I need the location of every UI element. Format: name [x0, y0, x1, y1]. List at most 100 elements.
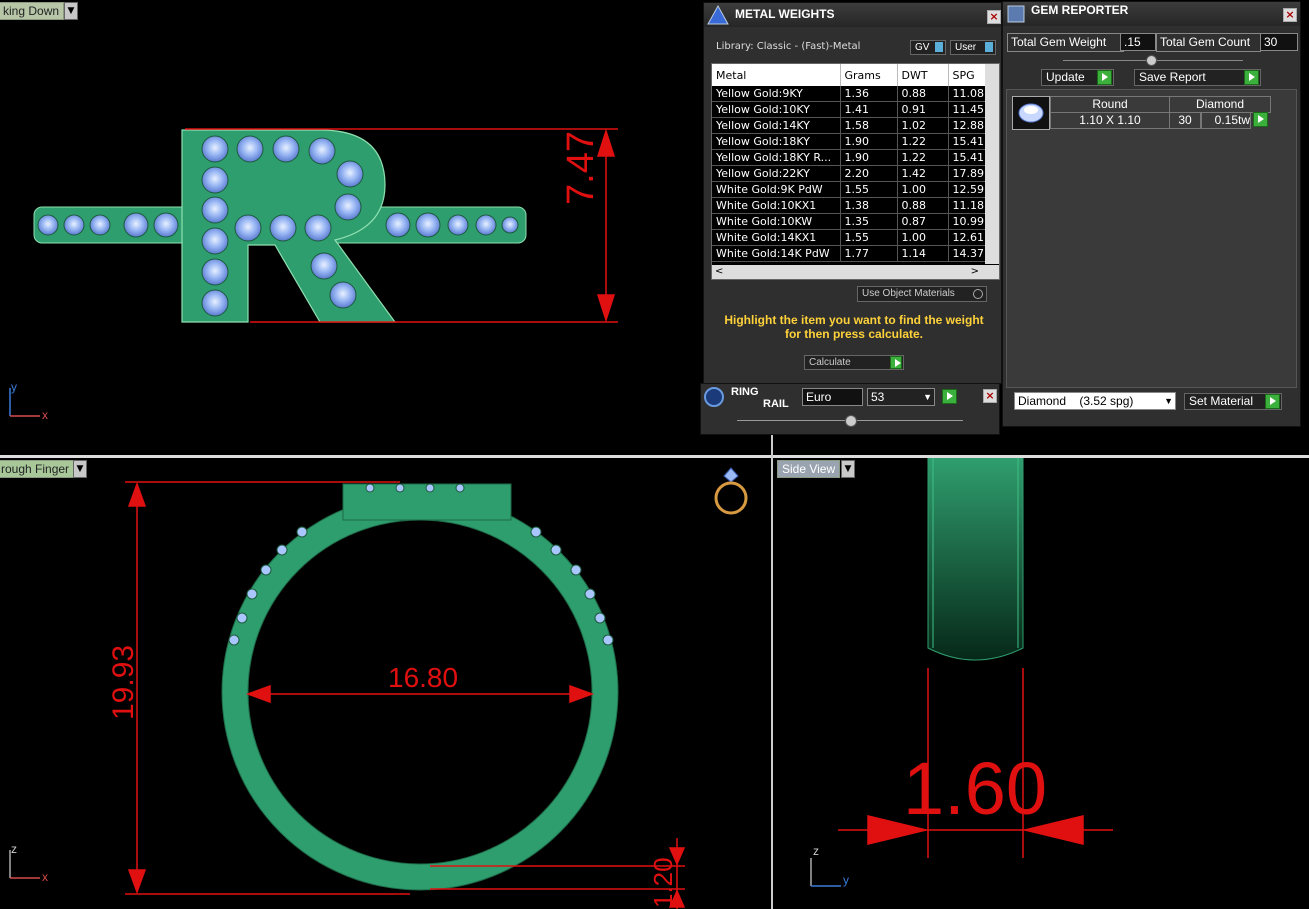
- gem-detail-button[interactable]: [1253, 112, 1268, 127]
- view-dropdown-button[interactable]: ▼: [73, 460, 87, 478]
- axis-z-label: z: [813, 844, 819, 858]
- size-slider-thumb[interactable]: [845, 415, 857, 427]
- column-header[interactable]: SPG: [948, 64, 989, 86]
- panel-slider-thumb[interactable]: [1146, 55, 1157, 66]
- panel-title: GEM REPORTER: [1031, 3, 1129, 17]
- view-name-label[interactable]: king Down: [0, 2, 65, 20]
- table-row[interactable]: Yellow Gold:18KY R... 1.90 1.22 15.41: [712, 149, 989, 166]
- table-cell: 11.18: [948, 197, 989, 214]
- table-cell: 12.61: [948, 229, 989, 246]
- ring-size-select[interactable]: 53 ▼: [867, 388, 935, 406]
- table-cell: 1.00: [897, 181, 949, 198]
- close-icon[interactable]: ×: [983, 389, 997, 403]
- column-header[interactable]: Grams: [840, 64, 898, 86]
- vertical-scrollbar[interactable]: [985, 64, 999, 264]
- table-row[interactable]: White Gold:9K PdW 1.55 1.00 12.59: [712, 181, 989, 198]
- viewport-side-view[interactable]: 1.60 Side View ▼ z y: [773, 458, 1309, 909]
- dimension-inner-diameter-label: 16.80: [388, 662, 459, 693]
- chevron-down-icon: ▼: [923, 392, 932, 402]
- table-cell: 2.20: [840, 165, 898, 182]
- table-row[interactable]: White Gold:10KW 1.35 0.87 10.99: [712, 213, 989, 230]
- table-row[interactable]: Yellow Gold:14KY 1.58 1.02 12.88: [712, 117, 989, 134]
- column-header[interactable]: DWT: [897, 64, 949, 86]
- view-dropdown-button[interactable]: ▼: [841, 460, 855, 478]
- axis-y-label: y: [11, 380, 17, 394]
- metal-table-container[interactable]: Metal Grams DWT SPG Yellow Gold:9KY 1.36 0.88…: [711, 63, 1000, 280]
- ring-rail-panel: RING RAIL Euro 53 ▼ ×: [700, 383, 1000, 435]
- table-cell: 17.89: [948, 165, 989, 182]
- table-cell: 0.91: [897, 101, 949, 118]
- ring-rail-title-2: RAIL: [763, 398, 789, 410]
- gem-reporter-icon: [1007, 5, 1025, 23]
- table-cell: 15.41: [948, 149, 989, 166]
- table-cell: 11.45: [948, 101, 989, 118]
- table-cell: 12.59: [948, 181, 989, 198]
- table-cell: Yellow Gold:14KY: [712, 117, 841, 134]
- axis-z-label: z: [11, 842, 17, 856]
- table-cell: White Gold:10KW: [712, 213, 841, 230]
- table-row[interactable]: Yellow Gold:9KY 1.36 0.88 11.08: [712, 86, 989, 102]
- table-cell: 15.41: [948, 133, 989, 150]
- calculate-button[interactable]: Calculate: [804, 355, 904, 370]
- total-gem-count-label: Total Gem Count: [1156, 33, 1261, 52]
- total-gem-weight-value: .15: [1120, 33, 1156, 51]
- panel-titlebar[interactable]: METAL WEIGHTS: [704, 3, 1001, 27]
- table-cell: 1.00: [897, 229, 949, 246]
- table-cell: 1.58: [840, 117, 898, 134]
- table-cell: 1.90: [840, 133, 898, 150]
- view-dropdown-button[interactable]: ▼: [64, 2, 78, 20]
- set-material-button[interactable]: Set Material: [1184, 393, 1282, 410]
- gem-weight-value: 0.15tw: [1201, 112, 1251, 129]
- total-gem-count-value: 30: [1260, 33, 1298, 51]
- table-row[interactable]: White Gold:14KX1 1.55 1.00 12.61: [712, 229, 989, 246]
- table-row[interactable]: Yellow Gold:18KY 1.90 1.22 15.41: [712, 133, 989, 150]
- table-cell: 1.35: [840, 213, 898, 230]
- save-report-button[interactable]: Save Report: [1134, 69, 1261, 86]
- table-cell: White Gold:14K PdW: [712, 245, 841, 262]
- table-cell: 1.55: [840, 181, 898, 198]
- table-row[interactable]: Yellow Gold:10KY 1.41 0.91 11.45: [712, 101, 989, 118]
- table-cell: Yellow Gold:18KY R...: [712, 149, 841, 166]
- chevron-down-icon: ▼: [1164, 396, 1173, 406]
- table-cell: 1.02: [897, 117, 949, 134]
- view-name-label[interactable]: rough Finger: [0, 460, 75, 478]
- gv-toggle[interactable]: GV: [910, 40, 946, 55]
- close-icon[interactable]: ×: [1283, 8, 1297, 22]
- close-icon[interactable]: ×: [987, 10, 1001, 24]
- gem-list-area[interactable]: Round Diamond 1.10 X 1.10 30 0.15tw: [1006, 89, 1297, 388]
- viewport-through-finger[interactable]: 19.93 16.80 1.20 rough Finger ▼ z x: [0, 458, 771, 909]
- apply-size-button[interactable]: [942, 389, 957, 404]
- gem-thumbnail[interactable]: [1012, 96, 1050, 130]
- table-row[interactable]: White Gold:10KX1 1.38 0.88 11.18: [712, 197, 989, 214]
- ring-orientation-icon[interactable]: [710, 466, 752, 518]
- axis-x-label: x: [42, 408, 48, 422]
- panel-titlebar[interactable]: GEM REPORTER: [1003, 2, 1300, 26]
- material-select[interactable]: Diamond (3.52 spg) ▼: [1014, 392, 1176, 410]
- use-object-materials-toggle[interactable]: Use Object Materials: [857, 286, 987, 302]
- table-cell: 12.88: [948, 117, 989, 134]
- user-toggle[interactable]: User: [950, 40, 996, 55]
- table-cell: Yellow Gold:10KY: [712, 101, 841, 118]
- dimension-ring-height-label: 19.93: [107, 644, 140, 720]
- axis-x-label: x: [42, 870, 48, 884]
- update-button[interactable]: Update: [1041, 69, 1114, 86]
- gem-reporter-panel: GEM REPORTER × Total Gem Weight .15 Tota…: [1002, 1, 1301, 427]
- column-header[interactable]: Metal: [712, 64, 841, 86]
- round-gem-icon: [1018, 103, 1044, 123]
- gem-size-value: 1.10 X 1.10: [1050, 112, 1170, 129]
- view-name-label[interactable]: Side View: [777, 460, 841, 478]
- metal-weights-table: Metal Grams DWT SPG Yellow Gold:9KY 1.36 0.88…: [712, 64, 989, 262]
- metal-weights-icon: [707, 4, 729, 25]
- table-cell: 0.87: [897, 213, 949, 230]
- dimension-thickness-label: 1.20: [648, 857, 678, 908]
- table-cell: White Gold:10KX1: [712, 197, 841, 214]
- table-row[interactable]: White Gold:14K PdW 1.77 1.14 14.37: [712, 245, 989, 262]
- size-system-field[interactable]: Euro: [802, 388, 863, 406]
- table-cell: 0.88: [897, 86, 949, 102]
- metal-weights-panel: METAL WEIGHTS × Library: Classic - (Fast…: [703, 2, 1002, 384]
- axis-y-label: y: [843, 873, 849, 887]
- instruction-text: Highlight the item you want to find the …: [724, 313, 984, 341]
- table-cell: 1.90: [840, 149, 898, 166]
- table-row[interactable]: Yellow Gold:22KY 2.20 1.42 17.89: [712, 165, 989, 182]
- horizontal-scrollbar[interactable]: < >: [712, 265, 999, 279]
